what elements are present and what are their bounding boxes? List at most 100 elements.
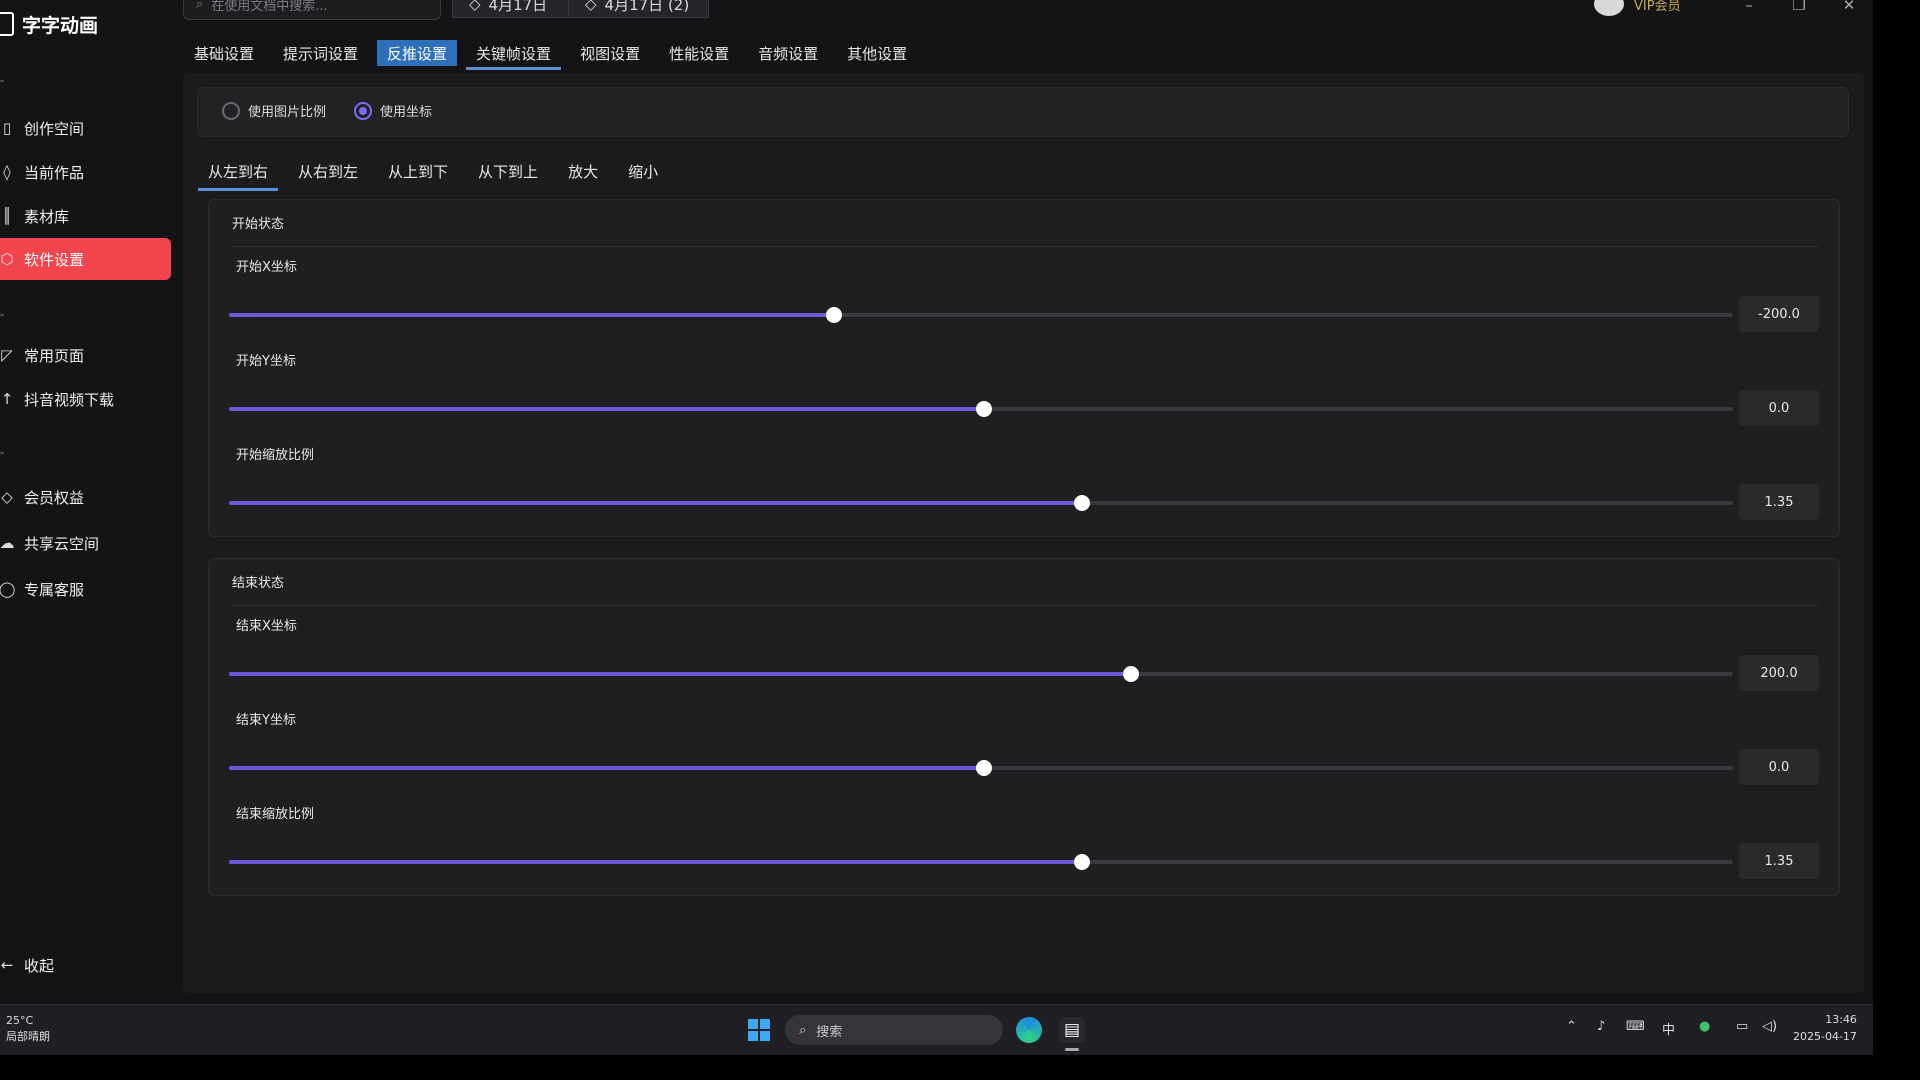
microphone-icon[interactable]: ♪ xyxy=(1597,1019,1605,1034)
taskbar: 25°C 局部晴朗 ⌕ 搜索 ▤ ⌃ ♪ ⌨ 中 ● ▭ ◁) 13:46 20… xyxy=(0,1004,1873,1055)
tab-left-to-right[interactable]: 从左到右 xyxy=(198,157,279,191)
sidebar-item-label: 软件设置 xyxy=(24,250,85,269)
sidebar-divider xyxy=(0,80,4,82)
sidebar-item-label: 共享云空间 xyxy=(24,534,100,553)
sidebar-item-label: 会员权益 xyxy=(24,488,85,507)
start-scale-value[interactable]: 1.35 xyxy=(1739,484,1819,520)
diamond-icon: ◇ xyxy=(585,0,597,13)
collapse-label: 收起 xyxy=(24,956,55,975)
start-x-slider[interactable] xyxy=(229,307,1733,323)
group-title: 开始状态 xyxy=(232,217,285,232)
sidebar-item-settings[interactable]: ⬡ 软件设置 xyxy=(0,238,171,280)
tab-keyframe[interactable]: 关键帧设置 xyxy=(466,40,562,70)
workspace-icon: ▯ xyxy=(2,119,12,137)
sidebar-item-douyin-download[interactable]: ↑ 抖音视频下载 xyxy=(0,378,171,420)
tab-zoom-out[interactable]: 缩小 xyxy=(618,157,668,185)
sidebar-item-workspace[interactable]: ▯ 创作空间 xyxy=(0,107,171,149)
radio-use-image-ratio[interactable]: 使用图片比例 xyxy=(222,101,326,120)
taskbar-search[interactable]: ⌕ 搜索 xyxy=(785,1015,1003,1045)
clock-time: 13:46 xyxy=(1825,1013,1857,1026)
slider-label: 开始缩放比例 xyxy=(236,448,315,463)
tab-performance[interactable]: 性能设置 xyxy=(659,40,739,66)
group-title: 结束状态 xyxy=(232,576,285,591)
network-icon[interactable]: ▭ xyxy=(1736,1019,1748,1034)
ime-indicator[interactable]: 中 xyxy=(1662,1019,1675,1038)
collapse-sidebar-button[interactable]: ← 收起 xyxy=(0,944,171,986)
wechat-icon[interactable]: ● xyxy=(1699,1019,1710,1034)
end-scale-slider[interactable] xyxy=(229,854,1733,870)
end-y-slider[interactable] xyxy=(229,760,1733,776)
slider-label: 结束X坐标 xyxy=(236,619,297,634)
slider-handle[interactable] xyxy=(1073,495,1090,511)
sidebar-item-library[interactable]: ║ 素材库 xyxy=(0,195,171,237)
sidebar-item-common-pages[interactable]: ◸ 常用页面 xyxy=(0,334,171,376)
slider-handle[interactable] xyxy=(976,401,992,417)
app-taskbar-icon[interactable]: ▤ xyxy=(1059,1017,1085,1051)
tab-prompt[interactable]: 提示词设置 xyxy=(273,40,368,66)
restore-icon[interactable]: ❐ xyxy=(1788,0,1810,14)
tab-top-to-bottom[interactable]: 从上到下 xyxy=(378,157,458,185)
tab-zoom-in[interactable]: 放大 xyxy=(558,157,608,185)
search-icon: ⌕ xyxy=(196,0,204,12)
volume-icon[interactable]: ◁) xyxy=(1762,1019,1777,1034)
slider-fill xyxy=(229,501,1082,505)
edge-browser-icon[interactable] xyxy=(1016,1017,1042,1043)
library-icon: ║ xyxy=(2,207,12,225)
chevron-up-icon[interactable]: ⌃ xyxy=(1566,1019,1577,1034)
diamond-icon: ◇ xyxy=(1,488,13,506)
sidebar-item-membership[interactable]: ◇ 会员权益 xyxy=(0,476,171,518)
sidebar-item-label: 素材库 xyxy=(24,207,70,226)
sidebar-item-support[interactable]: ◯ 专属客服 xyxy=(0,568,171,610)
end-y-value[interactable]: 0.0 xyxy=(1739,749,1819,785)
divider xyxy=(232,246,1819,247)
project-chip[interactable]: ◇ 4月17日 (2) xyxy=(568,0,709,18)
close-icon[interactable]: ✕ xyxy=(1838,0,1860,14)
tab-view[interactable]: 视图设置 xyxy=(570,40,650,66)
mode-radio-group xyxy=(197,87,1849,137)
collapse-arrow-icon: ← xyxy=(0,956,14,974)
tab-basic[interactable]: 基础设置 xyxy=(184,40,264,66)
keyboard-icon[interactable]: ⌨ xyxy=(1626,1019,1645,1034)
tab-other[interactable]: 其他设置 xyxy=(837,40,917,66)
start-y-slider[interactable] xyxy=(229,401,1733,417)
sidebar-item-current-work[interactable]: ◊ 当前作品 xyxy=(0,151,171,193)
avatar xyxy=(1594,0,1624,16)
slider-fill xyxy=(229,860,1082,864)
slider-fill xyxy=(229,313,834,317)
minimize-icon[interactable]: – xyxy=(1738,0,1760,14)
vip-badge[interactable]: VIP会员 xyxy=(1594,0,1681,16)
tab-bottom-to-top[interactable]: 从下到上 xyxy=(468,157,548,185)
weather-desc: 局部晴朗 xyxy=(6,1030,50,1043)
slider-handle[interactable] xyxy=(1073,854,1090,870)
doc-search-input[interactable]: ⌕ 在使用文档中搜索... xyxy=(183,0,441,20)
support-icon: ◯ xyxy=(0,580,16,598)
tab-reverse[interactable]: 反推设置 xyxy=(377,40,458,66)
slider-label: 开始Y坐标 xyxy=(236,354,296,369)
tab-right-to-left[interactable]: 从右到左 xyxy=(288,157,368,185)
start-x-value[interactable]: -200.0 xyxy=(1739,296,1819,332)
taskbar-search-label: 搜索 xyxy=(816,1024,843,1040)
slider-label: 开始X坐标 xyxy=(236,260,297,275)
windows-start-icon[interactable] xyxy=(748,1019,770,1041)
radio-circle xyxy=(354,101,372,120)
start-scale-slider[interactable] xyxy=(229,495,1733,511)
slider-label: 结束Y坐标 xyxy=(236,713,296,728)
sidebar-item-label: 抖音视频下载 xyxy=(24,390,115,409)
slider-handle[interactable] xyxy=(825,307,842,323)
end-x-value[interactable]: 200.0 xyxy=(1739,655,1819,691)
start-y-value[interactable]: 0.0 xyxy=(1739,390,1819,426)
divider xyxy=(232,605,1819,606)
slider-handle[interactable] xyxy=(1123,666,1140,682)
radio-label: 使用坐标 xyxy=(380,105,433,120)
project-chip[interactable]: ◇ 4月17日 xyxy=(452,0,569,18)
weather-widget[interactable]: 25°C 局部晴朗 xyxy=(6,1013,50,1045)
system-clock[interactable]: 13:46 2025-04-17 xyxy=(1793,1011,1857,1045)
end-scale-value[interactable]: 1.35 xyxy=(1739,843,1819,879)
cloud-icon: ☁ xyxy=(0,534,15,552)
app-logo: 字字动画 xyxy=(0,12,98,37)
slider-handle[interactable] xyxy=(976,760,992,776)
radio-use-coordinates[interactable]: 使用坐标 xyxy=(354,101,432,120)
sidebar-item-cloud[interactable]: ☁ 共享云空间 xyxy=(0,522,171,564)
tab-audio[interactable]: 音频设置 xyxy=(748,40,828,66)
end-x-slider[interactable] xyxy=(229,666,1733,682)
